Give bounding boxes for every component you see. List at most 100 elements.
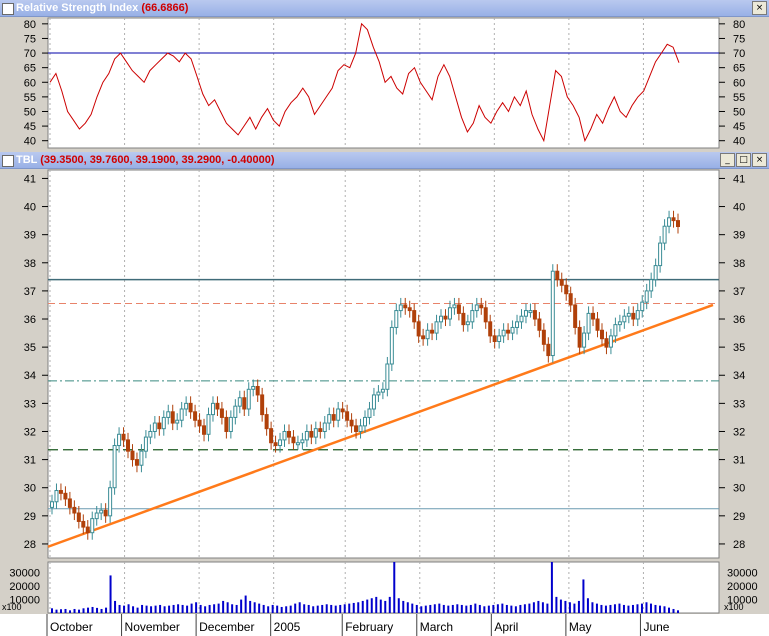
candle-body (313, 428, 318, 438)
volume-tick-label-right: 30000 (727, 568, 758, 580)
candle-body (210, 402, 215, 416)
volume-multiplier-right: x100 (724, 602, 744, 612)
candle-body (349, 419, 354, 427)
month-label: October (50, 620, 93, 634)
rsi-tick-label-left: 45 (24, 121, 36, 133)
price-tick-label-right: 35 (733, 342, 745, 354)
candle-body (439, 315, 444, 323)
candle-body (354, 425, 359, 432)
candle-body (215, 402, 220, 410)
candle-body (90, 518, 95, 534)
candle-body (184, 402, 189, 410)
candle-body (586, 312, 591, 334)
candle-body (488, 321, 493, 337)
rsi-tick-label-left: 60 (24, 77, 36, 89)
month-label: May (569, 620, 592, 634)
candle-body (54, 490, 59, 503)
candle-body (577, 326, 582, 348)
candle-body (519, 315, 524, 323)
candle-body (653, 265, 658, 281)
volume-plot-area (47, 561, 720, 614)
candle-body (658, 242, 663, 267)
price-tick-label-right: 39 (733, 230, 745, 242)
candle-body (139, 450, 144, 466)
rsi-tick-label-left: 55 (24, 92, 36, 104)
candle-body (407, 307, 412, 312)
candle-body (304, 430, 309, 441)
candle-body (452, 304, 457, 309)
candle-body (676, 220, 680, 228)
candle-body (112, 445, 117, 489)
candle-body (510, 326, 515, 334)
rsi-tick-label-left: 40 (24, 136, 36, 148)
rsi-tick-label-right: 55 (733, 92, 745, 104)
candle-body (412, 310, 417, 323)
candle-body (371, 394, 376, 410)
candle-body (72, 506, 77, 514)
candle-body (121, 433, 126, 441)
candle-body (130, 450, 135, 461)
candle-body (206, 414, 211, 435)
candle-body (465, 321, 470, 326)
rsi-tick-label-left: 75 (24, 33, 36, 45)
candle-body (483, 307, 488, 323)
candle-body (318, 428, 323, 432)
price-tick-label-left: 37 (24, 286, 36, 298)
candle-body (430, 329, 435, 334)
month-label: June (643, 620, 669, 634)
candle-body (188, 402, 193, 413)
candle-body (640, 301, 645, 312)
volume-tick-label-left: 20000 (9, 581, 40, 593)
rsi-tick-label-right: 70 (733, 48, 745, 60)
price-tick-label-left: 30 (24, 483, 36, 495)
candle-body (157, 422, 162, 430)
price-tick-label-left: 34 (24, 370, 36, 382)
candle-body (474, 304, 479, 312)
candle-body (108, 487, 113, 517)
month-label: April (494, 620, 518, 634)
candle-body (416, 321, 421, 337)
candle-body (568, 293, 573, 306)
candle-body (447, 307, 452, 320)
price-tick-label-left: 33 (24, 398, 36, 410)
candle-body (622, 315, 627, 323)
price-tick-label-left: 40 (24, 202, 36, 214)
candle-body (631, 312, 636, 320)
candle-body (376, 391, 381, 396)
candle-body (559, 279, 564, 286)
candle-body (506, 329, 511, 334)
candle-body (282, 430, 287, 441)
candle-body (591, 312, 596, 320)
price-tick-label-left: 35 (24, 342, 36, 354)
price-tick-label-left: 38 (24, 258, 36, 270)
volume-tick-label-right: 20000 (727, 581, 758, 593)
candle-body (179, 408, 184, 421)
candle-body (340, 408, 345, 413)
candle-body (300, 439, 305, 444)
price-tick-label-right: 37 (733, 286, 745, 298)
rsi-tick-label-right: 50 (733, 106, 745, 118)
candle-body (255, 385, 260, 396)
candle-body (532, 310, 537, 320)
candle-body (166, 411, 171, 418)
candle-body (541, 329, 546, 345)
candle-body (608, 335, 613, 348)
month-label: 2005 (274, 620, 301, 634)
candle-body (671, 217, 676, 222)
price-tick-label-left: 28 (24, 539, 36, 551)
candle-body (434, 321, 439, 334)
rsi-tick-label-right: 40 (733, 136, 745, 148)
price-tick-label-right: 33 (733, 398, 745, 410)
candle-body (599, 329, 604, 340)
price-tick-label-left: 36 (24, 314, 36, 326)
candle-body (67, 498, 72, 508)
rsi-tick-label-left: 65 (24, 63, 36, 75)
rsi-tick-label-right: 80 (733, 19, 745, 31)
candle-body (626, 312, 631, 317)
candle-body (497, 335, 502, 343)
candle-body (604, 338, 609, 348)
chart-canvas: 80 80 75 75 70 70 65 65 60 60 55 55 50 50 45 45 40 40 41 41… (0, 17, 769, 636)
candle-body (170, 411, 175, 424)
candle-body (327, 414, 332, 424)
candle-body (515, 321, 520, 328)
